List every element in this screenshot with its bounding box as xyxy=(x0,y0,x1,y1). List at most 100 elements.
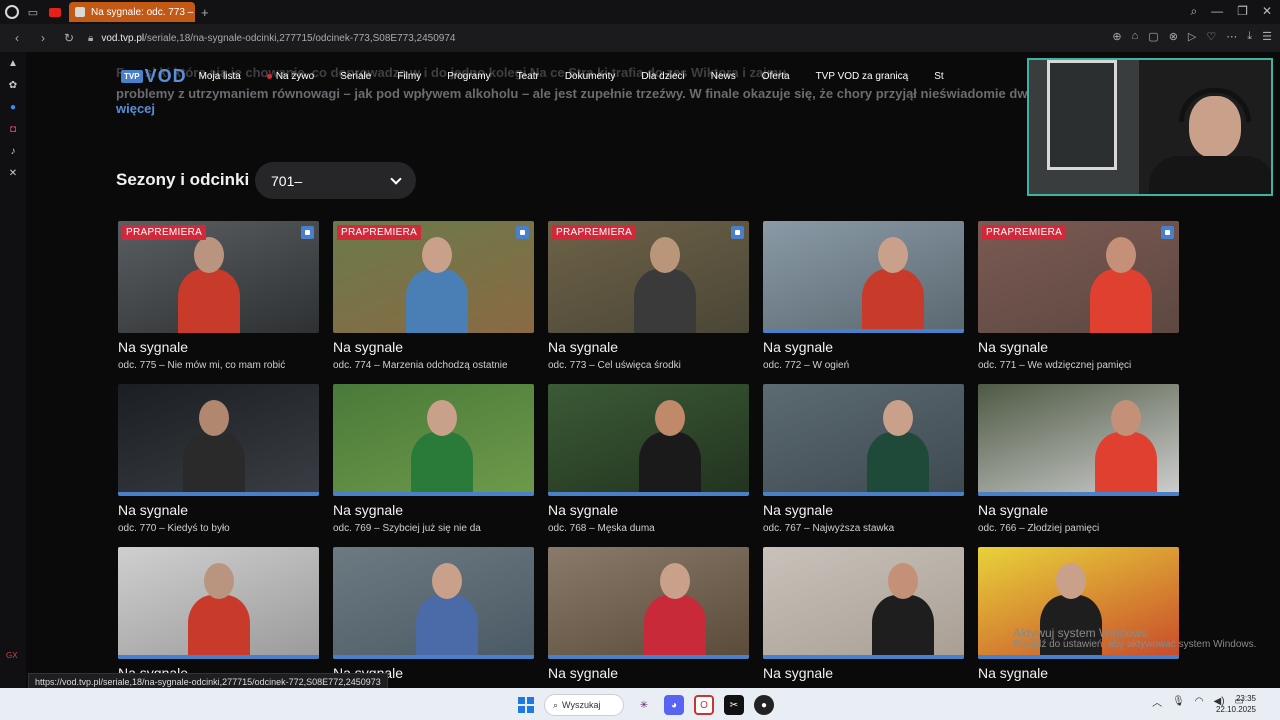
vpn-icon[interactable]: ⊗ xyxy=(1169,30,1178,43)
episode-card[interactable]: Na sygnale odc. 768 – Męska duma xyxy=(548,384,749,547)
nav-films[interactable]: Filmy xyxy=(397,71,421,82)
episode-card[interactable]: PRAPREMIERA Na sygnale odc. 774 – Marzenia… xyxy=(333,221,534,384)
episode-card[interactable]: Na sygnale odc. 767 – Najwyższa stawka xyxy=(763,384,964,547)
youtube-tab-icon[interactable] xyxy=(49,7,61,17)
nav-offer[interactable]: Oferta xyxy=(762,71,790,82)
episode-title[interactable]: Na sygnale xyxy=(118,502,188,518)
episode-title[interactable]: Na sygnale xyxy=(763,665,833,681)
episode-thumbnail[interactable] xyxy=(763,547,964,659)
nav-abroad[interactable]: TVP VOD za granicą xyxy=(816,71,909,82)
episode-title[interactable]: Na sygnale xyxy=(978,665,1048,681)
more-link[interactable]: więcej xyxy=(116,101,155,116)
episode-card[interactable]: Na sygnale xyxy=(763,547,964,688)
lock-icon xyxy=(731,226,744,239)
bookmark-icon[interactable]: ⌂ xyxy=(1132,30,1139,43)
slack-icon[interactable]: ✳ xyxy=(634,695,654,715)
chatgpt-icon[interactable]: ✿ xyxy=(6,78,20,92)
episode-card[interactable]: Na sygnale xyxy=(118,547,319,688)
episode-thumbnail[interactable] xyxy=(548,547,749,659)
episode-title[interactable]: Na sygnale xyxy=(548,502,618,518)
opera-gx-taskbar-icon[interactable]: O xyxy=(694,695,714,715)
episode-thumbnail[interactable]: PRAPREMIERA xyxy=(548,221,749,333)
obs-icon[interactable]: ● xyxy=(754,695,774,715)
nav-more[interactable]: St xyxy=(934,71,943,82)
episode-title[interactable]: Na sygnale xyxy=(333,502,403,518)
episode-card[interactable]: Na sygnale xyxy=(333,547,534,688)
episode-title[interactable]: Na sygnale xyxy=(978,502,1048,518)
episode-card[interactable]: PRAPREMIERA Na sygnale odc. 775 – Nie mów … xyxy=(118,221,319,384)
tiktok-icon[interactable]: ♪ xyxy=(6,144,20,158)
premiere-badge: PRAPREMIERA xyxy=(122,225,207,240)
episode-thumbnail[interactable] xyxy=(548,384,749,496)
episode-title[interactable]: Na sygnale xyxy=(118,339,188,355)
taskbar-clock[interactable]: 23:35 22.10.2025 xyxy=(1216,693,1256,715)
episode-title[interactable]: Na sygnale xyxy=(333,339,403,355)
close-icon[interactable]: ✕ xyxy=(1262,4,1272,19)
nav-kids[interactable]: Dla dzieci xyxy=(641,71,684,82)
tabs-icon[interactable]: ▭ xyxy=(25,4,41,20)
reload-icon[interactable]: ↻ xyxy=(60,31,78,45)
episode-thumbnail[interactable] xyxy=(118,547,319,659)
thumbnail-figure-image xyxy=(1090,269,1152,333)
messenger-icon[interactable]: ● xyxy=(6,100,20,114)
episode-title[interactable]: Na sygnale xyxy=(548,665,618,681)
instagram-icon[interactable]: ◘ xyxy=(6,122,20,136)
episode-card[interactable]: Na sygnale odc. 772 – W ogień xyxy=(763,221,964,384)
episode-thumbnail[interactable] xyxy=(978,384,1179,496)
opera-logo-icon[interactable] xyxy=(5,5,19,19)
episode-card[interactable]: PRAPREMIERA Na sygnale odc. 773 – Cel uświ… xyxy=(548,221,749,384)
episode-title[interactable]: Na sygnale xyxy=(763,339,833,355)
new-tab-icon[interactable]: + xyxy=(201,5,209,20)
easy-setup-icon[interactable]: ☰ xyxy=(1262,30,1272,43)
forward-icon[interactable]: › xyxy=(34,31,52,45)
episode-thumbnail[interactable] xyxy=(118,384,319,496)
heart-icon[interactable]: ♡ xyxy=(1206,30,1216,43)
nav-series[interactable]: Seriale xyxy=(340,71,371,82)
nav-live[interactable]: Na żywo xyxy=(266,71,314,82)
episode-thumbnail[interactable] xyxy=(333,547,534,659)
menu-dots-icon[interactable]: ⋯ xyxy=(1226,30,1237,43)
nav-news[interactable]: News xyxy=(711,71,736,82)
taskbar-search[interactable]: ⌕ Wyszukaj xyxy=(544,694,624,716)
tvp-vod-logo[interactable]: TVP VOD xyxy=(121,66,187,87)
zoom-icon[interactable]: ⊕ xyxy=(1112,30,1121,43)
episode-thumbnail[interactable] xyxy=(763,384,964,496)
windows-start-icon[interactable] xyxy=(518,697,534,713)
episode-card[interactable]: Na sygnale odc. 769 – Szybciej już się ni… xyxy=(333,384,534,547)
nav-my-list[interactable]: Moja lista xyxy=(199,71,241,82)
episode-card[interactable]: Na sygnale xyxy=(978,547,1179,688)
play-icon[interactable]: ▷ xyxy=(1188,30,1196,43)
minimize-icon[interactable]: — xyxy=(1211,4,1223,19)
discord-icon[interactable]: ◕ xyxy=(664,695,684,715)
episode-thumbnail[interactable]: PRAPREMIERA xyxy=(118,221,319,333)
capcut-icon[interactable]: ✂ xyxy=(724,695,744,715)
download-icon[interactable]: ⤓ xyxy=(1247,30,1252,43)
episode-title[interactable]: Na sygnale xyxy=(548,339,618,355)
search-tabs-icon[interactable]: ⌕ xyxy=(1190,4,1197,19)
episode-thumbnail[interactable]: PRAPREMIERA xyxy=(978,221,1179,333)
restore-icon[interactable]: ❐ xyxy=(1237,4,1248,19)
season-dropdown[interactable]: 701– xyxy=(255,162,416,199)
episode-thumbnail[interactable] xyxy=(333,384,534,496)
nav-documentaries[interactable]: Dokumenty xyxy=(565,71,616,82)
episode-card[interactable]: Na sygnale xyxy=(548,547,749,688)
episode-title[interactable]: Na sygnale xyxy=(763,502,833,518)
back-icon[interactable]: ‹ xyxy=(8,31,26,45)
wifi-icon[interactable]: ◠ xyxy=(1195,696,1204,707)
nav-theatre[interactable]: Teatr xyxy=(517,71,539,82)
episode-thumbnail[interactable] xyxy=(763,221,964,333)
episode-card[interactable]: PRAPREMIERA Na sygnale odc. 771 – We wdzię… xyxy=(978,221,1179,384)
tray-chevron-icon[interactable]: ︿ xyxy=(1152,694,1162,709)
episode-title[interactable]: Na sygnale xyxy=(978,339,1048,355)
tab-active[interactable]: Na sygnale: odc. 773 – Ce xyxy=(69,2,195,22)
aria-icon[interactable]: ▲ xyxy=(6,56,20,70)
episode-card[interactable]: Na sygnale odc. 770 – Kiedyś to było xyxy=(118,384,319,547)
x-icon[interactable]: ✕ xyxy=(6,166,20,180)
url-field[interactable]: 🔒︎ vod.tvp.pl /seriale,18/na-sygnale-odc… xyxy=(88,33,455,44)
nav-programs[interactable]: Programy xyxy=(447,71,490,82)
snapshot-icon[interactable]: ▢ xyxy=(1148,30,1158,43)
gx-icon[interactable]: GX xyxy=(6,651,18,660)
episode-card[interactable]: Na sygnale odc. 766 – Złodziej pamięci xyxy=(978,384,1179,547)
microphone-icon[interactable]: 🎙︎ xyxy=(1172,696,1185,707)
episode-thumbnail[interactable]: PRAPREMIERA xyxy=(333,221,534,333)
